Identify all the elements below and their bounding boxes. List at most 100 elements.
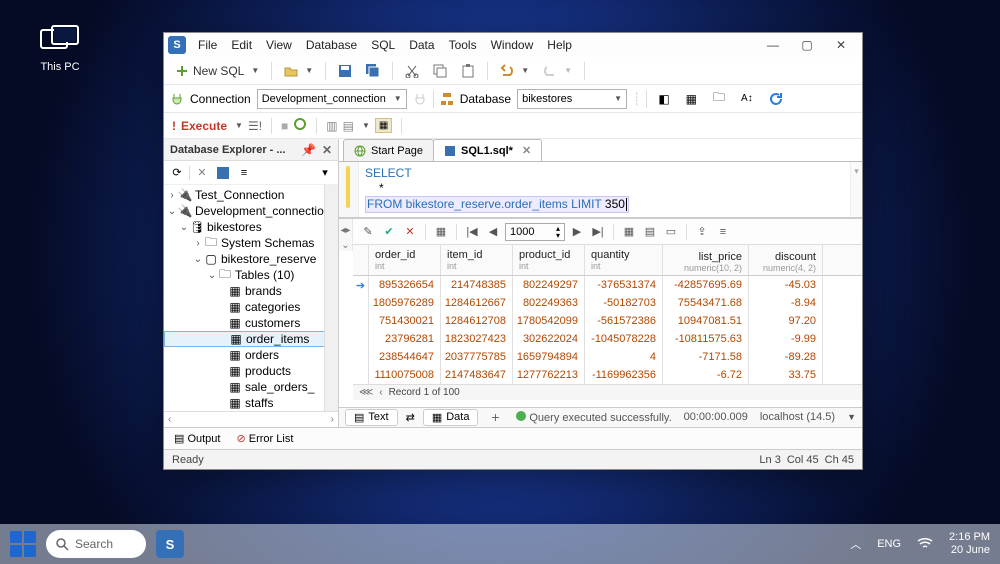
database-select[interactable]: bikestores▼ <box>517 89 627 109</box>
stop-icon[interactable]: ■ <box>281 119 288 133</box>
result-tab-text[interactable]: ▤ Text <box>345 409 398 426</box>
taskbar-search[interactable]: Search <box>46 530 146 558</box>
save-view-icon[interactable] <box>214 164 232 182</box>
nav-next-icon[interactable]: ▶ <box>568 223 586 241</box>
table-row[interactable]: 237962811823027423302622024-1045078228-1… <box>353 330 862 348</box>
tx-mode-icon[interactable]: ▦ <box>375 118 392 133</box>
error-list-tab[interactable]: ⊘ Error List <box>236 432 293 445</box>
menu-edit[interactable]: Edit <box>225 36 258 54</box>
start-button[interactable] <box>10 531 36 557</box>
table-row[interactable]: 75143002112846127081780542099-5615723861… <box>353 312 862 330</box>
nav-last-icon[interactable]: ▶| <box>589 223 607 241</box>
database-tree[interactable]: ›🔌Test_Connection ⌄🔌Development_connecti… <box>164 185 338 411</box>
save-all-button[interactable] <box>361 60 385 82</box>
tree-node-connection[interactable]: ›🔌Test_Connection <box>164 187 338 203</box>
nav-prev-icon[interactable]: ◀ <box>484 223 502 241</box>
copy-button[interactable] <box>428 60 452 82</box>
new-sql-button[interactable]: New SQL ▼ <box>170 60 264 82</box>
tab-sql-file[interactable]: SQL1.sql* ✕ <box>433 139 542 161</box>
chevron-down-icon[interactable]: ▼ <box>847 412 856 422</box>
menu-help[interactable]: Help <box>541 36 578 54</box>
add-tab-button[interactable]: + <box>486 409 504 425</box>
tree-node-table[interactable]: ▦orders <box>164 347 338 363</box>
refresh-button[interactable] <box>764 88 788 110</box>
tree-node-folder[interactable]: ›🗀System Schemas <box>164 235 338 251</box>
pin-icon[interactable]: 📌 <box>301 143 316 157</box>
tray-language[interactable]: ENG <box>877 538 901 550</box>
tree-node-table[interactable]: ▦customers <box>164 315 338 331</box>
col-quantity[interactable]: quantityint <box>585 245 663 275</box>
col-order-id[interactable]: order_idint <box>369 245 441 275</box>
rollback-icon[interactable]: ▤ <box>343 119 354 133</box>
view-text-icon[interactable]: ▭ <box>662 223 680 241</box>
menu-tools[interactable]: Tools <box>443 36 483 54</box>
window-maximize-button[interactable]: ▢ <box>790 34 824 56</box>
execute-options-icon[interactable]: ☰! <box>248 119 262 133</box>
commit-icon[interactable]: ✔ <box>380 223 398 241</box>
wifi-icon[interactable] <box>917 537 933 552</box>
window-close-button[interactable]: ✕ <box>824 34 858 56</box>
tool-icon-1[interactable]: ◧ <box>653 88 674 110</box>
tree-node-folder[interactable]: ⌄🗀Tables (10) <box>164 267 338 283</box>
tray-chevron-icon[interactable]: ︿ <box>850 536 861 552</box>
settings-icon[interactable]: ≡ <box>235 164 253 182</box>
view-table-icon[interactable]: ▦ <box>620 223 638 241</box>
menu-database[interactable]: Database <box>300 36 363 54</box>
grid-mode-icon[interactable]: ▦ <box>432 223 450 241</box>
filter-icon[interactable]: ✕ <box>193 164 211 182</box>
execute-button[interactable]: Execute <box>181 119 227 133</box>
redo-button[interactable]: ▼ <box>538 60 577 82</box>
tree-node-schema[interactable]: ⌄▢bikestore_reserve <box>164 251 338 267</box>
tree-node-table[interactable]: ▦staffs <box>164 395 338 411</box>
table-row[interactable]: 111007500821474836471277762213-116996235… <box>353 366 862 384</box>
tree-node-database[interactable]: ⌄🛢bikestores <box>164 219 338 235</box>
menu-window[interactable]: Window <box>485 36 540 54</box>
tree-node-table[interactable]: ▦sale_orders_ <box>164 379 338 395</box>
menu-view[interactable]: View <box>260 36 298 54</box>
taskbar-app-icon[interactable]: S <box>156 530 184 558</box>
tree-node-table[interactable]: ▦products <box>164 363 338 379</box>
result-tab-data[interactable]: ▦ Data <box>423 409 479 426</box>
nav-prev-icon[interactable]: ‹ <box>379 387 382 398</box>
cut-button[interactable] <box>400 60 424 82</box>
nav-first-icon[interactable]: ⋘ <box>359 387 373 398</box>
settings-icon[interactable]: ≡ <box>714 223 732 241</box>
window-minimize-button[interactable]: — <box>756 34 790 56</box>
menu-sql[interactable]: SQL <box>365 36 401 54</box>
export-icon[interactable]: ⇪ <box>693 223 711 241</box>
grid-body[interactable]: ➔895326654214748385802249297-376531374-4… <box>353 276 862 384</box>
plug-new-icon[interactable] <box>413 92 427 106</box>
output-panel-tab[interactable]: ▤ Output <box>174 432 220 445</box>
table-row[interactable]: ➔895326654214748385802249297-376531374-4… <box>353 276 862 294</box>
tree-node-table[interactable]: ▦categories <box>164 299 338 315</box>
sql-editor[interactable]: ▾ SELECT * FROM bikestore_reserve.order_… <box>339 162 862 218</box>
tree-node-table-selected[interactable]: ▦order_items <box>164 331 338 347</box>
menu-file[interactable]: File <box>192 36 223 54</box>
menu-data[interactable]: Data <box>403 36 440 54</box>
edit-icon[interactable]: ✎ <box>359 223 377 241</box>
tool-icon-3[interactable]: 🗀 <box>708 88 730 110</box>
connection-select[interactable]: Development_connection▼ <box>257 89 407 109</box>
tab-close-icon[interactable]: ✕ <box>522 144 531 157</box>
commit-icon[interactable]: ▥ <box>326 119 337 133</box>
swap-icon[interactable]: ⇄ <box>406 411 415 424</box>
tree-hscroll[interactable]: ‹› <box>164 411 338 427</box>
col-list-price[interactable]: list_pricenumeric(10, 2) <box>663 245 749 275</box>
view-form-icon[interactable]: ▤ <box>641 223 659 241</box>
open-button[interactable]: ▼ <box>279 60 318 82</box>
taskbar-clock[interactable]: 2:16 PM 20 June <box>949 531 990 557</box>
table-row[interactable]: 18059762891284612667802249363-5018270375… <box>353 294 862 312</box>
col-product-id[interactable]: product_idint <box>513 245 585 275</box>
save-button[interactable] <box>333 60 357 82</box>
undo-button[interactable]: ▼ <box>495 60 534 82</box>
col-discount[interactable]: discountnumeric(4, 2) <box>749 245 823 275</box>
transaction-refresh-icon[interactable] <box>293 117 307 134</box>
tree-node-table[interactable]: ▦brands <box>164 283 338 299</box>
tree-node-connection[interactable]: ⌄🔌Development_connection <box>164 203 338 219</box>
table-row[interactable]: 238544647203777578516597948944-7171.58-8… <box>353 348 862 366</box>
chevron-down-icon[interactable]: ▼ <box>235 121 243 130</box>
collapse-icon[interactable]: ▾ <box>316 164 334 182</box>
cancel-icon[interactable]: ✕ <box>401 223 419 241</box>
desktop-this-pc[interactable]: This PC <box>30 25 90 73</box>
col-item-id[interactable]: item_idint <box>441 245 513 275</box>
